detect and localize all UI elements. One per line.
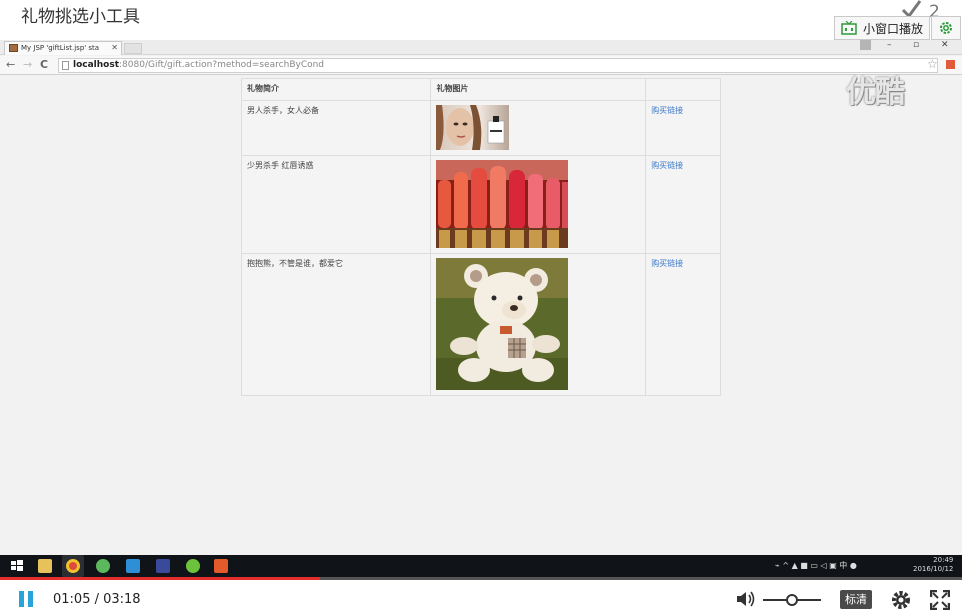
youku-watermark: 优酷 xyxy=(846,75,905,110)
browser-tab[interactable]: My JSP 'giftList.jsp' sta ✕ xyxy=(4,41,122,55)
app-leaf-icon[interactable] xyxy=(186,559,200,573)
app-blue-icon[interactable] xyxy=(126,559,140,573)
file-explorer-icon[interactable] xyxy=(38,559,52,573)
buy-link[interactable]: 购买链接 xyxy=(651,259,683,268)
page-icon xyxy=(62,61,69,70)
table-row: 抱抱熊，不管是谁，都爱它 购买链接 xyxy=(240,253,721,396)
buy-link[interactable]: 购买链接 xyxy=(651,161,683,170)
video-page: 礼物挑选小工具 2 小窗口播放 My JSP 'giftList.jsp' st… xyxy=(0,0,979,614)
restore-icon[interactable]: ▫ xyxy=(913,40,919,50)
teddy-bear-photo xyxy=(436,258,569,390)
back-arrow-icon[interactable]: ← xyxy=(6,58,15,71)
system-tray: ⌁ ^ ▲ ■ ▭ ◁ ▣ 中 ● xyxy=(775,561,857,570)
site-header: 礼物挑选小工具 2 小窗口播放 xyxy=(0,0,979,40)
minimize-icon[interactable]: – xyxy=(887,40,892,50)
table-header-row: 礼物简介 礼物图片 xyxy=(240,78,721,101)
volume-knob[interactable] xyxy=(786,594,798,606)
gift-image-cell xyxy=(430,100,647,156)
video-frame[interactable]: My JSP 'giftList.jsp' sta ✕ – ▫ ✕ ← → C … xyxy=(0,40,962,577)
fullscreen-icon[interactable] xyxy=(930,590,950,610)
new-tab-button[interactable] xyxy=(124,43,142,54)
gift-link-cell: 购买链接 xyxy=(645,100,721,156)
side-strip xyxy=(962,40,979,577)
gift-intro: 男人杀手，女人必备 xyxy=(240,100,432,156)
windows-start-icon[interactable] xyxy=(10,559,24,573)
volume-icon[interactable] xyxy=(736,590,756,608)
chrome-icon[interactable] xyxy=(66,559,80,573)
reload-icon[interactable]: C xyxy=(40,58,48,71)
table-row: 少男杀手 红唇诱惑 购买链接 xyxy=(240,155,721,254)
eclipse-icon[interactable] xyxy=(156,559,170,573)
app-orange-icon[interactable] xyxy=(214,559,228,573)
close-icon[interactable]: ✕ xyxy=(111,42,118,54)
gift-link-cell: 购买链接 xyxy=(645,253,721,396)
taskbar-clock: 20:49 2016/10/12 xyxy=(913,556,953,574)
gift-intro: 抱抱熊，不管是谁，都爱它 xyxy=(240,253,432,396)
gear-icon xyxy=(940,22,952,34)
bookmark-star-icon[interactable]: ☆ xyxy=(927,57,938,71)
gift-link-cell: 购买链接 xyxy=(645,155,721,254)
forward-arrow-icon[interactable]: → xyxy=(23,58,32,71)
header-image: 礼物图片 xyxy=(430,78,647,101)
gift-image-cell xyxy=(430,155,647,254)
mini-window-label: 小窗口播放 xyxy=(863,21,924,36)
windows-taskbar: ⌁ ^ ▲ ■ ▭ ◁ ▣ 中 ● 20:49 2016/10/12 xyxy=(0,555,962,577)
tab-favicon-icon xyxy=(9,44,18,52)
player-controls: 01:05 / 03:18 标清 xyxy=(0,580,979,614)
app-green-icon[interactable] xyxy=(96,559,110,573)
clock-time: 20:49 xyxy=(933,556,954,564)
url-path: :8080/Gift/gift.action?method=searchByCo… xyxy=(119,60,325,70)
perfume-photo xyxy=(436,105,510,150)
browser-tabbar: My JSP 'giftList.jsp' sta ✕ – ▫ ✕ xyxy=(0,40,962,55)
browser-address-bar: ← → C localhost:8080/Gift/gift.action?me… xyxy=(0,56,962,75)
tv-icon xyxy=(841,21,857,35)
url-input[interactable]: localhost:8080/Gift/gift.action?method=s… xyxy=(58,58,938,73)
settings-button[interactable] xyxy=(931,16,961,40)
mini-window-button[interactable]: 小窗口播放 xyxy=(834,16,930,40)
header-link xyxy=(645,78,721,101)
header-intro: 礼物简介 xyxy=(240,78,432,101)
clock-date: 2016/10/12 xyxy=(913,565,954,573)
quality-button[interactable]: 标清 xyxy=(840,590,872,609)
pause-icon[interactable] xyxy=(19,591,35,607)
gift-image-cell xyxy=(430,253,647,396)
browser-menu-icon[interactable] xyxy=(946,60,955,69)
gift-table: 礼物简介 礼物图片 男人杀手，女人必备 购买链接 少男杀手 红唇诱惑 购买链接 … xyxy=(240,78,721,396)
url-host: localhost xyxy=(73,60,120,70)
volume-slider[interactable] xyxy=(763,594,821,606)
tab-title: My JSP 'giftList.jsp' sta xyxy=(21,44,100,52)
time-display: 01:05 / 03:18 xyxy=(53,592,141,607)
lipstick-photo xyxy=(436,160,569,248)
buy-link[interactable]: 购买链接 xyxy=(651,106,683,115)
window-close-icon[interactable]: ✕ xyxy=(941,40,949,50)
player-settings-icon[interactable] xyxy=(890,589,912,611)
table-row: 男人杀手，女人必备 购买链接 xyxy=(240,100,721,156)
page-title: 礼物挑选小工具 xyxy=(21,7,140,27)
profile-icon[interactable] xyxy=(860,40,871,50)
gift-intro: 少男杀手 红唇诱惑 xyxy=(240,155,432,254)
